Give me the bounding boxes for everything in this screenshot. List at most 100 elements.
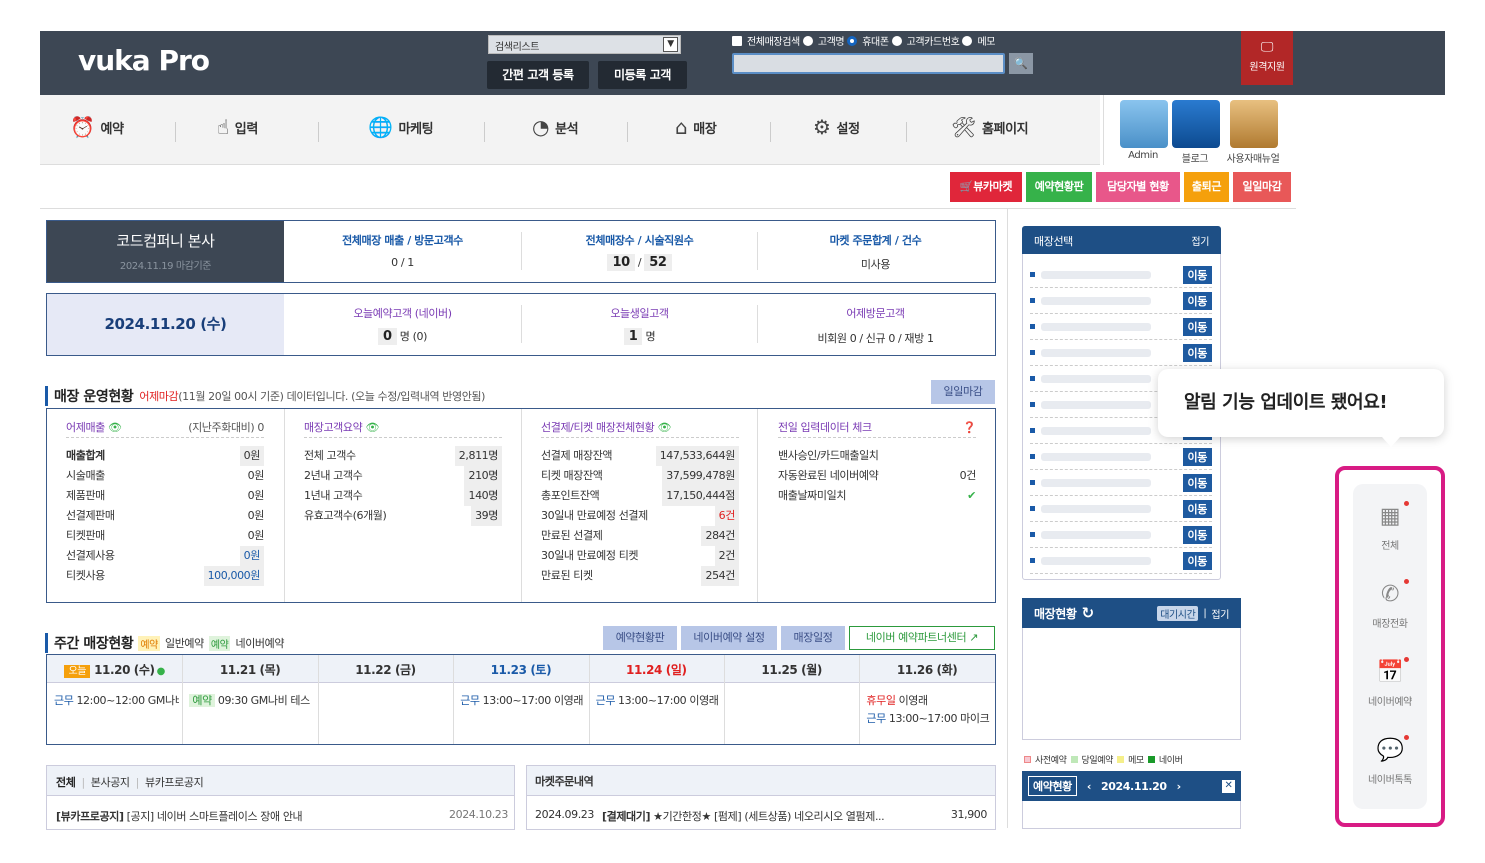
row-value: 0원 xyxy=(247,529,265,542)
radio-icon[interactable] xyxy=(802,35,813,46)
next-arrow-icon[interactable]: › xyxy=(1177,780,1182,793)
tab-vuka-notice[interactable]: 뷰카프로공지 xyxy=(145,776,204,789)
day-header[interactable]: 11.23 (토) xyxy=(453,661,588,678)
customer-summary-column: 매장고객요약 👁 전체 고객수 2,811명 2년내 고객수 210명 1년내 고객수 1… xyxy=(304,418,502,526)
day-header[interactable]: 11.24 (일) xyxy=(589,661,724,678)
divider xyxy=(284,409,285,602)
store-name-redacted xyxy=(1041,478,1151,487)
row-value: 100,000원 xyxy=(203,566,264,586)
naver-reservation-settings-button[interactable]: 네이버예약 설정 xyxy=(681,626,777,650)
search-list-select[interactable]: 검색리스트 ▼ xyxy=(488,35,681,54)
side-item-naver-talk[interactable]: 💬 네이버톡톡 xyxy=(1353,738,1427,786)
cell-tag: 근무 xyxy=(866,712,886,725)
reservation-board-small-button[interactable]: 예약현황판 xyxy=(603,626,677,650)
move-button[interactable]: 이동 xyxy=(1182,473,1212,492)
move-button[interactable]: 이동 xyxy=(1182,343,1212,362)
cell-text: 09:30 GM나비 테스 xyxy=(217,694,310,707)
day-cell[interactable]: 예약 09:30 GM나비 테스 xyxy=(189,692,314,710)
radio-icon[interactable] xyxy=(891,35,902,46)
option-card: 고객카드번호 xyxy=(906,37,960,48)
fold-button[interactable]: 접기 xyxy=(1191,233,1209,248)
menu-homepage[interactable]: 🛠 홈페이지 xyxy=(951,115,1029,139)
day-header[interactable]: 오늘 11.20 (수) ● xyxy=(47,661,182,678)
side-item-naver-reservation[interactable]: 📅 네이버예약 xyxy=(1353,660,1427,708)
tab-all[interactable]: 전체 xyxy=(56,776,76,789)
day-cell[interactable]: 근무 13:00~17:00 이영래 xyxy=(460,692,585,710)
menu-analysis[interactable]: ◔ 분석 xyxy=(532,115,579,139)
radio-selected-icon[interactable] xyxy=(847,35,858,46)
move-button[interactable]: 이동 xyxy=(1182,525,1212,544)
remote-support-button[interactable]: 🖵 원격지원 xyxy=(1241,31,1293,85)
blog-label[interactable]: 블로그 xyxy=(1165,150,1225,165)
admin-avatar-icon[interactable] xyxy=(1120,100,1168,148)
store-name-redacted xyxy=(1041,452,1151,461)
day-header[interactable]: 11.25 (월) xyxy=(724,661,859,678)
search-input[interactable] xyxy=(732,53,1005,74)
menu-marketing[interactable]: 🌐 마케팅 xyxy=(368,115,434,139)
menu-store[interactable]: ⌂ 매장 xyxy=(675,115,717,139)
day-cell[interactable]: 근무 13:00~17:00 이영래 xyxy=(596,692,721,710)
side-item-all[interactable]: ▦ 전체 xyxy=(1353,504,1427,552)
move-button[interactable]: 이동 xyxy=(1182,265,1212,284)
data-row: 티켓사용 100,000원 xyxy=(66,566,264,586)
move-button[interactable]: 이동 xyxy=(1182,551,1212,570)
phone-icon: ✆ xyxy=(1380,582,1400,607)
tab-hq-notice[interactable]: 본사공지 xyxy=(91,776,130,789)
store-schedule-button[interactable]: 매장일정 xyxy=(781,626,845,650)
daily-close-button[interactable]: 일일마감 xyxy=(1233,172,1291,202)
move-button[interactable]: 이동 xyxy=(1182,447,1212,466)
store-list-item: 이동 xyxy=(1030,522,1212,548)
reservation-board-button[interactable]: 예약현황판 xyxy=(1026,172,1092,202)
search-icon[interactable]: 🔍 xyxy=(1009,53,1033,74)
prev-arrow-icon[interactable]: ‹ xyxy=(1087,780,1092,793)
yesterday-visit-value: 비회원 0 / 신규 0 / 재방 1 xyxy=(817,332,934,345)
row-value: 2건 xyxy=(714,546,739,566)
manual-icon[interactable] xyxy=(1230,100,1278,148)
checkbox-icon[interactable] xyxy=(732,35,742,46)
birthday-title: 오늘생일고객 xyxy=(610,307,669,320)
side-item-store-call[interactable]: ✆ 매장전화 xyxy=(1353,582,1427,630)
move-button[interactable]: 이동 xyxy=(1182,499,1212,518)
wait-time-button[interactable]: 대기시간 xyxy=(1157,605,1199,621)
daily-close-small-button[interactable]: 일일마감 xyxy=(931,380,995,404)
day-cell[interactable]: 휴무일 이영래 근무 13:00~17:00 마이크 xyxy=(866,692,991,728)
help-icon[interactable]: ❓ xyxy=(963,418,977,437)
row-label: 30일내 만료예정 선결제 xyxy=(541,509,648,522)
admin-label[interactable]: Admin xyxy=(1113,150,1173,161)
close-icon[interactable]: ✕ xyxy=(1222,779,1235,793)
day-cell[interactable]: 근무 12:00~12:00 GM나비 xyxy=(54,692,179,710)
row-label: 제품판매 xyxy=(66,489,105,502)
help-icon[interactable]: ● xyxy=(157,666,166,677)
row-value: ✔ xyxy=(967,489,976,502)
radio-icon[interactable] xyxy=(962,35,973,46)
menu-reservation[interactable]: ⏰ 예약 xyxy=(70,115,124,139)
menu-input[interactable]: ☝ 입력 xyxy=(217,115,258,139)
day-header[interactable]: 11.21 (목) xyxy=(182,661,317,678)
bullet xyxy=(1030,324,1035,329)
attendance-button[interactable]: 출퇴근 xyxy=(1184,172,1229,202)
refresh-icon[interactable]: ↻ xyxy=(1082,604,1095,622)
total-sales-value: 0 / 1 xyxy=(391,256,414,269)
staff-status-button[interactable]: 담당자별 현황 xyxy=(1096,172,1180,202)
menu-settings[interactable]: ⚙ 설정 xyxy=(813,115,860,139)
unregistered-customer-button[interactable]: 미등록 고객 xyxy=(598,61,687,89)
fold-button[interactable]: 접기 xyxy=(1211,606,1229,621)
hq-name: 코드컴퍼니 본사 xyxy=(116,232,215,250)
quick-register-button[interactable]: 간편 고객 등록 xyxy=(487,61,589,89)
row-label: 2년내 고객수 xyxy=(304,469,363,482)
day-header[interactable]: 11.26 (화) xyxy=(859,661,994,678)
notice-item[interactable]: [뷰카프로공지] [공지] 네이버 스마트플레이스 장애 안내 2024.10.23 xyxy=(56,808,508,824)
logo[interactable]: vuka Pro xyxy=(78,44,210,77)
row-label: 티켓사용 xyxy=(66,569,105,582)
market-order-item[interactable]: 2024.09.23 [결제대기] ★기간한정★ [펌제] (세트상품) 네오리시오… xyxy=(535,808,987,824)
manual-label[interactable]: 사용자매뉴얼 xyxy=(1223,150,1283,165)
store-count-title: 전체매장수 / 시술직원수 xyxy=(585,234,694,247)
divider xyxy=(1007,208,1008,828)
move-button[interactable]: 이동 xyxy=(1182,291,1212,310)
vuka-market-button[interactable]: 🛒뷰카마켓 xyxy=(950,172,1022,202)
bullet xyxy=(1030,350,1035,355)
move-button[interactable]: 이동 xyxy=(1182,317,1212,336)
day-header[interactable]: 11.22 (금) xyxy=(318,661,453,678)
blog-icon[interactable] xyxy=(1172,100,1220,148)
naver-partner-center-button[interactable]: 네이버 예약파트너센터 ↗ xyxy=(849,626,995,650)
